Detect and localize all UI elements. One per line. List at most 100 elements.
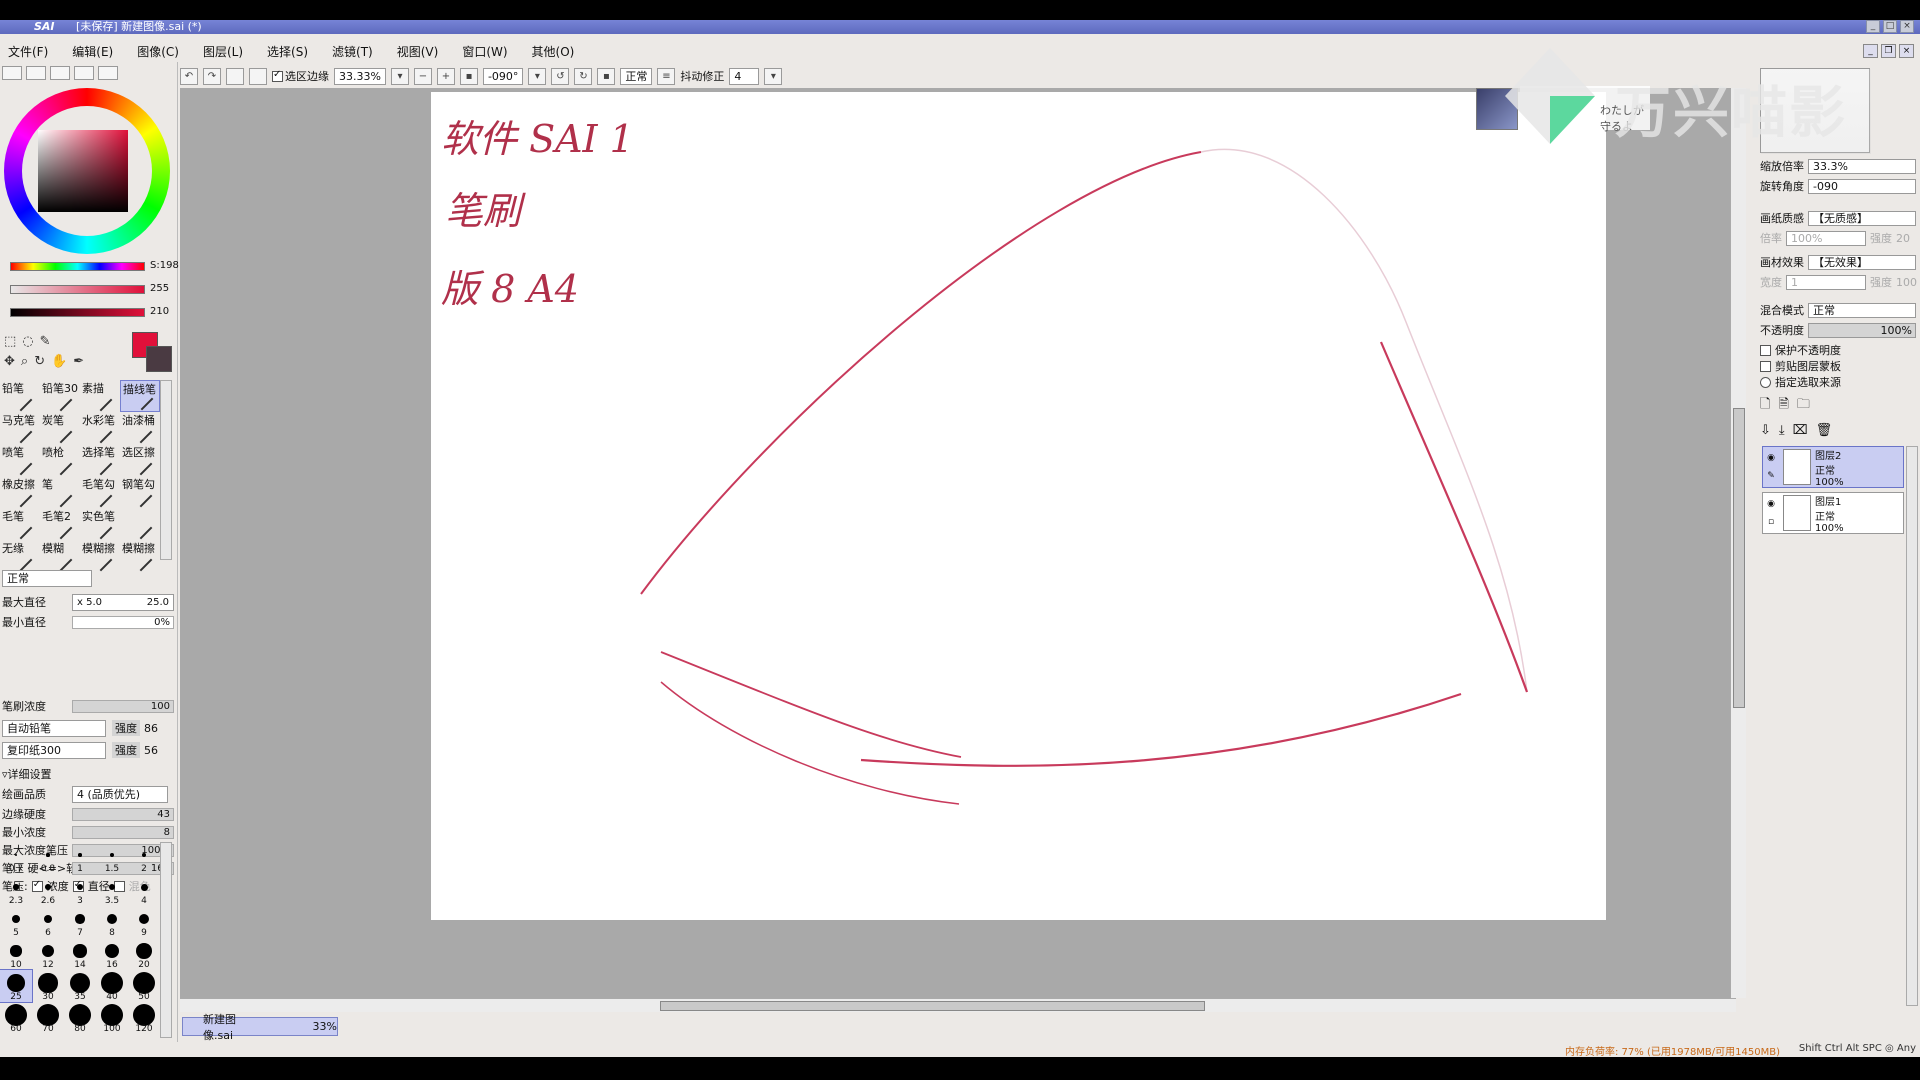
saturation-value-square[interactable] — [38, 130, 128, 212]
effect-width-value[interactable]: 1 — [1786, 274, 1866, 290]
size-preset[interactable]: 50 — [128, 970, 160, 1002]
menu-item[interactable]: 其他(O) — [532, 43, 575, 60]
density-slider[interactable]: 100 — [72, 699, 174, 713]
brush-shape-select[interactable]: 自动铅笔 — [2, 719, 106, 737]
effect-select[interactable]: 【无效果】 — [1808, 254, 1916, 270]
invert-selection-button[interactable] — [249, 67, 267, 85]
brush-slot[interactable] — [120, 508, 160, 540]
canvas-paper[interactable]: 软件 SAI 1 笔刷 版 8 A4 — [431, 92, 1606, 920]
paper-texture-select[interactable]: 【无质感】 — [1808, 210, 1916, 226]
size-preset[interactable]: 2 — [128, 842, 160, 874]
max-size-field[interactable]: x 5.0 25.0 — [72, 593, 174, 611]
brush-slot[interactable]: 毛笔勾 — [80, 476, 120, 508]
size-preset[interactable]: 2.6 — [32, 874, 64, 906]
rgb-slider-tab[interactable] — [26, 66, 46, 80]
menu-item[interactable]: 选择(S) — [267, 43, 308, 60]
selection-edge-toggle[interactable]: 选区边缘 — [272, 68, 329, 84]
size-preset[interactable]: 70 — [32, 1002, 64, 1034]
stabilizer-field[interactable]: 4 — [729, 67, 760, 85]
document-tab[interactable]: 新建图像.sai 33% — [182, 1013, 338, 1042]
protect-alpha-row[interactable]: 保护不透明度 — [1760, 342, 1916, 358]
brush-slot[interactable]: 铅笔30 — [40, 380, 80, 412]
zoom-reset-button[interactable]: ▪ — [459, 67, 478, 85]
size-preset[interactable]: 1.5 — [96, 842, 128, 874]
new-folder-icon[interactable]: 🗀 — [1797, 395, 1810, 417]
size-preset[interactable]: 4 — [128, 874, 160, 906]
edge-hardness-slider[interactable]: 43 — [72, 807, 174, 821]
flip-button[interactable]: ≡ — [657, 67, 676, 85]
rotate-right-button[interactable]: ↻ — [574, 67, 593, 85]
effect-strength-value[interactable]: 100 — [1896, 276, 1917, 289]
eyedropper-tool-icon[interactable]: ✒ — [73, 354, 84, 369]
menu-item[interactable]: 滤镜(T) — [332, 43, 373, 60]
size-preset[interactable]: 30 — [32, 970, 64, 1002]
size-preset[interactable]: 25 — [0, 969, 33, 1003]
lasso-tool-icon[interactable]: ◌ — [22, 334, 33, 349]
size-preset[interactable]: 3 — [64, 874, 96, 906]
menu-item[interactable]: 文件(F) — [8, 43, 48, 60]
size-preset[interactable]: 80 — [64, 1002, 96, 1034]
layer-item[interactable]: ◉ ✎ 图层2 正常 100% — [1762, 446, 1904, 488]
size-preset[interactable]: 1 — [64, 842, 96, 874]
size-preset[interactable]: 3.5 — [96, 874, 128, 906]
size-preset[interactable]: 12 — [32, 938, 64, 970]
maximize-button[interactable]: □ — [1883, 20, 1897, 33]
brush-slot[interactable]: 油漆桶 — [120, 412, 160, 444]
min-density-slider[interactable]: 8 — [72, 825, 174, 839]
brush-slot[interactable]: 毛笔2 — [40, 508, 80, 540]
brush-slot[interactable]: 铅笔 — [0, 380, 40, 412]
brush-slot[interactable]: 水彩笔 — [80, 412, 120, 444]
zoom-dropdown-icon[interactable]: ▾ — [390, 67, 409, 85]
layer-scrollbar[interactable] — [1906, 446, 1918, 1006]
size-preset[interactable]: 16 — [96, 938, 128, 970]
brush-slot[interactable]: 钢笔勾 — [120, 476, 160, 508]
brush-blend-select[interactable]: 正常 — [2, 569, 92, 587]
size-preset[interactable]: 20 — [128, 938, 160, 970]
eye-icon[interactable]: ◉ — [1767, 499, 1775, 509]
brush-slot[interactable]: 素描 — [80, 380, 120, 412]
rotate-left-button[interactable]: ↺ — [551, 67, 570, 85]
brush-slot[interactable]: 橡皮擦 — [0, 476, 40, 508]
clear-layer-icon[interactable]: ⌧ — [1793, 423, 1808, 438]
minimize-button[interactable]: _ — [1866, 20, 1880, 33]
brush-slot[interactable]: 喷枪 — [40, 444, 80, 476]
protect-alpha-checkbox[interactable] — [1760, 344, 1771, 356]
saturation-slider[interactable]: 255 — [10, 283, 169, 295]
brush-slot[interactable]: 选区擦 — [120, 444, 160, 476]
texture-strength-value[interactable]: 56 — [144, 744, 158, 757]
shape-strength-value[interactable]: 86 — [144, 722, 158, 735]
brush-slot[interactable]: 模糊擦 — [80, 540, 120, 572]
min-size-slider[interactable]: 0% — [72, 615, 174, 629]
brush-slot[interactable]: 马克笔 — [0, 412, 40, 444]
delete-layer-icon[interactable]: 🗑 — [1816, 423, 1833, 438]
size-preset[interactable]: 14 — [64, 938, 96, 970]
magic-wand-tool-icon[interactable]: ✎ — [40, 334, 51, 349]
size-preset[interactable]: 6 — [32, 906, 64, 938]
close-button[interactable]: × — [1900, 20, 1914, 33]
brush-slot[interactable]: 实色笔 — [80, 508, 120, 540]
hsv-slider-tab[interactable] — [50, 66, 70, 80]
nav-rotation-field[interactable]: -090 — [1808, 178, 1916, 194]
size-preset[interactable]: 120 — [128, 1002, 160, 1034]
brush-texture-select[interactable]: 复印纸300 — [2, 741, 106, 759]
canvas-horizontal-scrollbar[interactable] — [180, 998, 1736, 1012]
size-preset[interactable]: 40 — [96, 970, 128, 1002]
doc-restore-button[interactable]: ❐ — [1881, 44, 1896, 58]
canvas-vertical-thumb[interactable] — [1733, 408, 1745, 708]
size-preset[interactable]: 9 — [128, 906, 160, 938]
canvas-vertical-scrollbar[interactable] — [1730, 88, 1746, 998]
menu-item[interactable]: 编辑(E) — [72, 43, 113, 60]
value-slider[interactable]: 210 — [10, 306, 169, 318]
marquee-tool-icon[interactable]: ⬚ — [4, 334, 16, 349]
rotate-reset-button[interactable]: ▪ — [597, 67, 616, 85]
zoom-tool-icon[interactable]: ⌕ — [21, 354, 28, 369]
deselect-button[interactable] — [226, 67, 244, 85]
opacity-slider[interactable]: 100% — [1808, 322, 1916, 338]
clipping-row[interactable]: 剪贴图层蒙板 — [1760, 358, 1916, 374]
value-bar[interactable] — [10, 308, 145, 317]
size-preset[interactable]: 7 — [64, 906, 96, 938]
scratchpad-tab[interactable] — [98, 66, 118, 80]
brush-slot[interactable]: 笔 — [40, 476, 80, 508]
stabilizer-dropdown-icon[interactable]: ▾ — [764, 67, 783, 85]
redo-button[interactable]: ↷ — [203, 67, 221, 85]
